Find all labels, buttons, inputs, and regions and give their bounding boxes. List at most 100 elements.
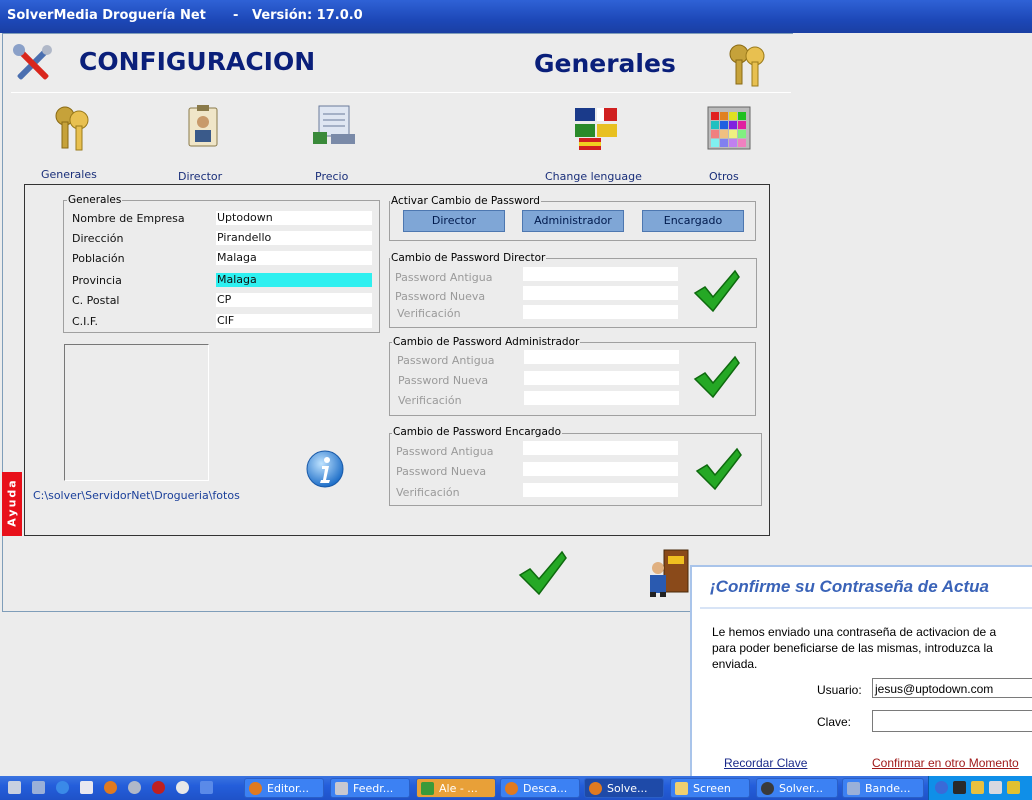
nav-generales[interactable]: Generales bbox=[37, 102, 107, 184]
taskbar-item[interactable]: Bande... bbox=[842, 778, 924, 798]
photo-path: C:\solver\ServidorNet\Drogueria\fotos bbox=[33, 489, 240, 502]
field-label: Nombre de Empresa bbox=[72, 212, 185, 225]
cif-input[interactable]: CIF bbox=[216, 314, 372, 328]
nav-precio-label: Precio bbox=[315, 170, 349, 183]
taskbar-item[interactable]: Editor... bbox=[244, 778, 324, 798]
ayuda-tab[interactable]: Ayuda bbox=[2, 472, 22, 536]
new-password-label: Password Nueva bbox=[398, 374, 489, 387]
director-new-password-input[interactable] bbox=[523, 286, 678, 300]
window-title: SolverMedia Droguería Net - Versión: 17.… bbox=[7, 8, 363, 23]
director-verify-password-input[interactable] bbox=[523, 305, 678, 319]
encargado-password-legend: Cambio de Password Encargado bbox=[392, 426, 562, 438]
exit-icon[interactable] bbox=[644, 548, 692, 598]
flags-icon bbox=[575, 108, 617, 150]
verify-password-label: Verificación bbox=[398, 394, 462, 407]
tray-arrow-icon[interactable] bbox=[935, 781, 948, 794]
field-label: C. Postal bbox=[72, 294, 120, 307]
keys-icon bbox=[729, 44, 765, 87]
old-password-label: Password Antigua bbox=[397, 354, 495, 367]
ayuda-tab-label: Ayuda bbox=[5, 478, 19, 527]
price-icon bbox=[313, 105, 355, 144]
info-icon[interactable] bbox=[305, 449, 345, 489]
quicklaunch-icon[interactable] bbox=[128, 781, 141, 794]
firefox-icon[interactable] bbox=[104, 781, 117, 794]
quicklaunch-icon[interactable] bbox=[32, 781, 45, 794]
field-label: C.I.F. bbox=[72, 315, 98, 328]
usuario-label: Usuario: bbox=[817, 683, 862, 697]
dialog-title: ¡Confirme su Contraseña de Actua bbox=[710, 577, 989, 596]
desktop-icon[interactable] bbox=[8, 781, 21, 794]
tools-icon bbox=[13, 44, 52, 80]
generales-legend: Generales bbox=[67, 194, 123, 206]
field-label: Dirección bbox=[72, 232, 124, 245]
dialog-text-line: Le hemos enviado una contraseña de activ… bbox=[712, 625, 997, 639]
save-check-icon[interactable] bbox=[518, 550, 568, 596]
field-label: Población bbox=[72, 252, 125, 265]
nav-generales-label: Generales bbox=[41, 168, 97, 181]
recordar-clave-link[interactable]: Recordar Clave bbox=[724, 756, 807, 770]
dialog-text-line: para poder beneficiarse de las mismas, i… bbox=[712, 641, 993, 655]
encargado-old-password-input[interactable] bbox=[523, 441, 678, 455]
quicklaunch-icon[interactable] bbox=[80, 781, 93, 794]
taskbar-item[interactable]: Desca... bbox=[500, 778, 580, 798]
administrador-confirm-check-icon[interactable] bbox=[693, 355, 741, 399]
section-title: Generales bbox=[534, 49, 676, 78]
administrador-button[interactable]: Administrador bbox=[522, 210, 624, 232]
taskbar: Editor... Feedr... Ale - ... Desca... So… bbox=[0, 776, 1032, 800]
quicklaunch-icon[interactable] bbox=[152, 781, 165, 794]
tray-icon[interactable] bbox=[971, 781, 984, 794]
postal-input[interactable]: CP bbox=[216, 293, 372, 307]
keys-icon bbox=[55, 106, 89, 151]
tray-icon[interactable] bbox=[989, 781, 1002, 794]
quicklaunch-icon[interactable] bbox=[176, 781, 189, 794]
taskbar-item[interactable]: Ale - ... bbox=[416, 778, 496, 798]
director-password-legend: Cambio de Password Director bbox=[390, 252, 547, 264]
new-password-label: Password Nueva bbox=[395, 290, 486, 303]
nav-director-label: Director bbox=[178, 170, 223, 183]
administrador-new-password-input[interactable] bbox=[524, 371, 679, 385]
director-old-password-input[interactable] bbox=[523, 267, 678, 281]
clave-label: Clave: bbox=[817, 715, 852, 729]
nav-precio[interactable]: Precio bbox=[309, 102, 369, 184]
tray-icon[interactable] bbox=[953, 781, 966, 794]
encargado-button[interactable]: Encargado bbox=[642, 210, 744, 232]
dialog-text-line: enviada. bbox=[712, 657, 758, 671]
tray-icon[interactable] bbox=[1007, 781, 1020, 794]
direccion-input[interactable]: Pirandello bbox=[216, 231, 372, 245]
clave-input[interactable] bbox=[872, 710, 1032, 732]
photo-box[interactable] bbox=[64, 344, 209, 481]
badge-icon bbox=[188, 105, 218, 147]
verify-password-label: Verificación bbox=[396, 486, 460, 499]
old-password-label: Password Antigua bbox=[395, 271, 493, 284]
administrador-old-password-input[interactable] bbox=[524, 350, 679, 364]
taskbar-item[interactable]: Screen bbox=[670, 778, 750, 798]
nav-change-language-label: Change lenguage bbox=[545, 170, 642, 183]
nav-otros-label: Otros bbox=[709, 170, 739, 183]
empresa-input[interactable]: Uptodown bbox=[216, 211, 372, 225]
encargado-new-password-input[interactable] bbox=[523, 462, 678, 476]
provincia-input[interactable]: Malaga bbox=[216, 273, 372, 287]
taskbar-item[interactable]: Solve... bbox=[584, 778, 664, 798]
nav-change-language[interactable]: Change lenguage bbox=[543, 102, 653, 184]
old-password-label: Password Antigua bbox=[396, 445, 494, 458]
title-bar: SolverMedia Droguería Net - Versión: 17.… bbox=[0, 0, 1032, 33]
configuration-panel: Generales Nombre de Empresa Uptodown Dir… bbox=[24, 184, 770, 536]
new-password-label: Password Nueva bbox=[396, 465, 487, 478]
confirmar-otro-momento-link[interactable]: Confirmar en otro Momento bbox=[872, 756, 1019, 770]
administrador-verify-password-input[interactable] bbox=[524, 391, 679, 405]
director-button[interactable]: Director bbox=[403, 210, 505, 232]
poblacion-input[interactable]: Malaga bbox=[216, 251, 372, 265]
field-label: Provincia bbox=[72, 274, 122, 287]
confirm-password-dialog: ¡Confirme su Contraseña de Actua Le hemo… bbox=[690, 565, 1032, 777]
nav-otros[interactable]: Otros bbox=[703, 102, 753, 184]
quicklaunch-icon[interactable] bbox=[200, 781, 213, 794]
taskbar-item[interactable]: Feedr... bbox=[330, 778, 410, 798]
encargado-verify-password-input[interactable] bbox=[523, 483, 678, 497]
taskbar-item[interactable]: Solver... bbox=[756, 778, 838, 798]
encargado-confirm-check-icon[interactable] bbox=[695, 447, 743, 491]
director-confirm-check-icon[interactable] bbox=[693, 269, 741, 313]
activation-legend: Activar Cambio de Password bbox=[390, 195, 541, 207]
ie-icon[interactable] bbox=[56, 781, 69, 794]
nav-director[interactable]: Director bbox=[171, 102, 241, 184]
usuario-input[interactable]: jesus@uptodown.com bbox=[872, 678, 1032, 698]
